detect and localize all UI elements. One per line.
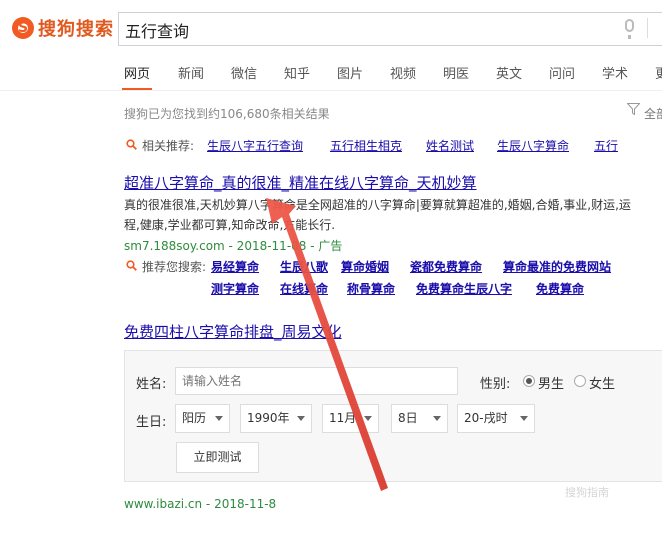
recommend-link[interactable]: 在线算命 bbox=[280, 280, 328, 297]
search-icon bbox=[126, 139, 137, 150]
filter-icon[interactable] bbox=[626, 103, 641, 118]
year-select[interactable]: 1990年 bbox=[240, 404, 312, 433]
day-value: 8日 bbox=[398, 411, 418, 425]
recommend-link[interactable]: 易经算命 bbox=[211, 258, 259, 275]
chevron-down-icon bbox=[520, 416, 528, 421]
recommend-link[interactable]: 生辰八歌 bbox=[280, 258, 328, 275]
result-snippet: 真的很准很准,天机妙算八字算命是全网超准的八字算命|要算就算超准的,婚姻,合婚,… bbox=[124, 198, 631, 212]
related-link[interactable]: 五行相生相克 bbox=[330, 137, 402, 154]
related-label: 相关推荐: bbox=[142, 139, 195, 153]
chevron-down-icon bbox=[297, 416, 305, 421]
search-input[interactable] bbox=[125, 19, 605, 41]
microphone-icon[interactable] bbox=[625, 19, 634, 39]
result-count: 搜狗已为您找到约106,680条相关结果 bbox=[124, 107, 330, 121]
tab-zhihu[interactable]: 知乎 bbox=[284, 63, 310, 82]
tab-more[interactable]: 更 bbox=[655, 63, 662, 82]
search-divider bbox=[647, 18, 648, 38]
name-label: 姓名: bbox=[136, 377, 167, 392]
month-select[interactable]: 11月 bbox=[322, 404, 379, 433]
month-value: 11月 bbox=[329, 411, 357, 425]
tabs-divider bbox=[0, 90, 662, 91]
recommend-link[interactable]: 算命婚姻 bbox=[341, 258, 389, 275]
search-box[interactable] bbox=[118, 12, 662, 46]
logo-s-glyph: S bbox=[17, 20, 29, 36]
recommend-label: 推荐您搜索: bbox=[142, 260, 207, 274]
name-input[interactable] bbox=[175, 367, 458, 395]
related-link[interactable]: 姓名测试 bbox=[426, 137, 474, 154]
tab-video[interactable]: 视频 bbox=[390, 63, 416, 82]
chevron-down-icon bbox=[433, 416, 441, 421]
male-radio[interactable] bbox=[523, 375, 535, 387]
result-title-link[interactable]: 超准八字算命_真的很准_精准在线八字算命_天机妙算 bbox=[124, 172, 477, 193]
recommend-link[interactable]: 算命最准的免费网站 bbox=[503, 258, 611, 275]
logo-text[interactable]: 搜狗搜索 bbox=[38, 15, 114, 41]
hour-value: 20-戌时 bbox=[464, 411, 508, 425]
tab-images[interactable]: 图片 bbox=[337, 63, 363, 82]
chevron-down-icon bbox=[215, 416, 223, 421]
result-snippet: 程,健康,学业都可算,知命改命,方能长行. bbox=[124, 218, 336, 232]
tab-wenwen[interactable]: 问问 bbox=[549, 63, 575, 82]
recommend-link[interactable]: 免费算命 bbox=[536, 280, 584, 297]
tab-mingyi[interactable]: 明医 bbox=[443, 63, 469, 82]
birthday-label: 生日: bbox=[136, 415, 167, 430]
calendar-value: 阳历 bbox=[182, 411, 207, 425]
male-label[interactable]: 男生 bbox=[538, 373, 564, 392]
recommend-link[interactable]: 瓷都免费算命 bbox=[410, 258, 482, 275]
tab-news[interactable]: 新闻 bbox=[178, 63, 204, 82]
chevron-down-icon bbox=[364, 416, 372, 421]
female-label[interactable]: 女生 bbox=[589, 373, 615, 392]
female-radio[interactable] bbox=[574, 375, 586, 387]
result-title-link[interactable]: 免费四柱八字算命排盘_周易文化 bbox=[124, 321, 342, 342]
related-link[interactable]: 生辰八字五行查询 bbox=[207, 137, 303, 154]
watermark: 搜狗指南 bbox=[565, 486, 609, 499]
recommend-link[interactable]: 称骨算命 bbox=[347, 280, 395, 297]
related-link[interactable]: 五行 bbox=[594, 137, 618, 154]
tab-english[interactable]: 英文 bbox=[496, 63, 522, 82]
tab-academic[interactable]: 学术 bbox=[602, 63, 628, 82]
tab-web[interactable]: 网页 bbox=[124, 63, 150, 82]
result-url[interactable]: sm7.188soy.com - 2018-11-08 - 广告 bbox=[124, 237, 342, 254]
related-link[interactable]: 生辰八字算命 bbox=[497, 137, 569, 154]
gender-label: 性别: bbox=[480, 377, 511, 392]
filter-all[interactable]: 全部 bbox=[644, 105, 662, 122]
recommend-link[interactable]: 测字算命 bbox=[211, 280, 259, 297]
submit-test-button[interactable]: 立即测试 bbox=[176, 442, 259, 473]
recommend-link[interactable]: 免费算命生辰八字 bbox=[416, 280, 512, 297]
result-url[interactable]: www.ibazi.cn - 2018-11-8 bbox=[124, 497, 276, 511]
hour-select[interactable]: 20-戌时 bbox=[457, 404, 535, 433]
calendar-select[interactable]: 阳历 bbox=[175, 404, 230, 433]
year-value: 1990年 bbox=[247, 411, 290, 425]
day-select[interactable]: 8日 bbox=[391, 404, 448, 433]
tab-weixin[interactable]: 微信 bbox=[231, 63, 257, 82]
search-icon bbox=[126, 260, 137, 271]
